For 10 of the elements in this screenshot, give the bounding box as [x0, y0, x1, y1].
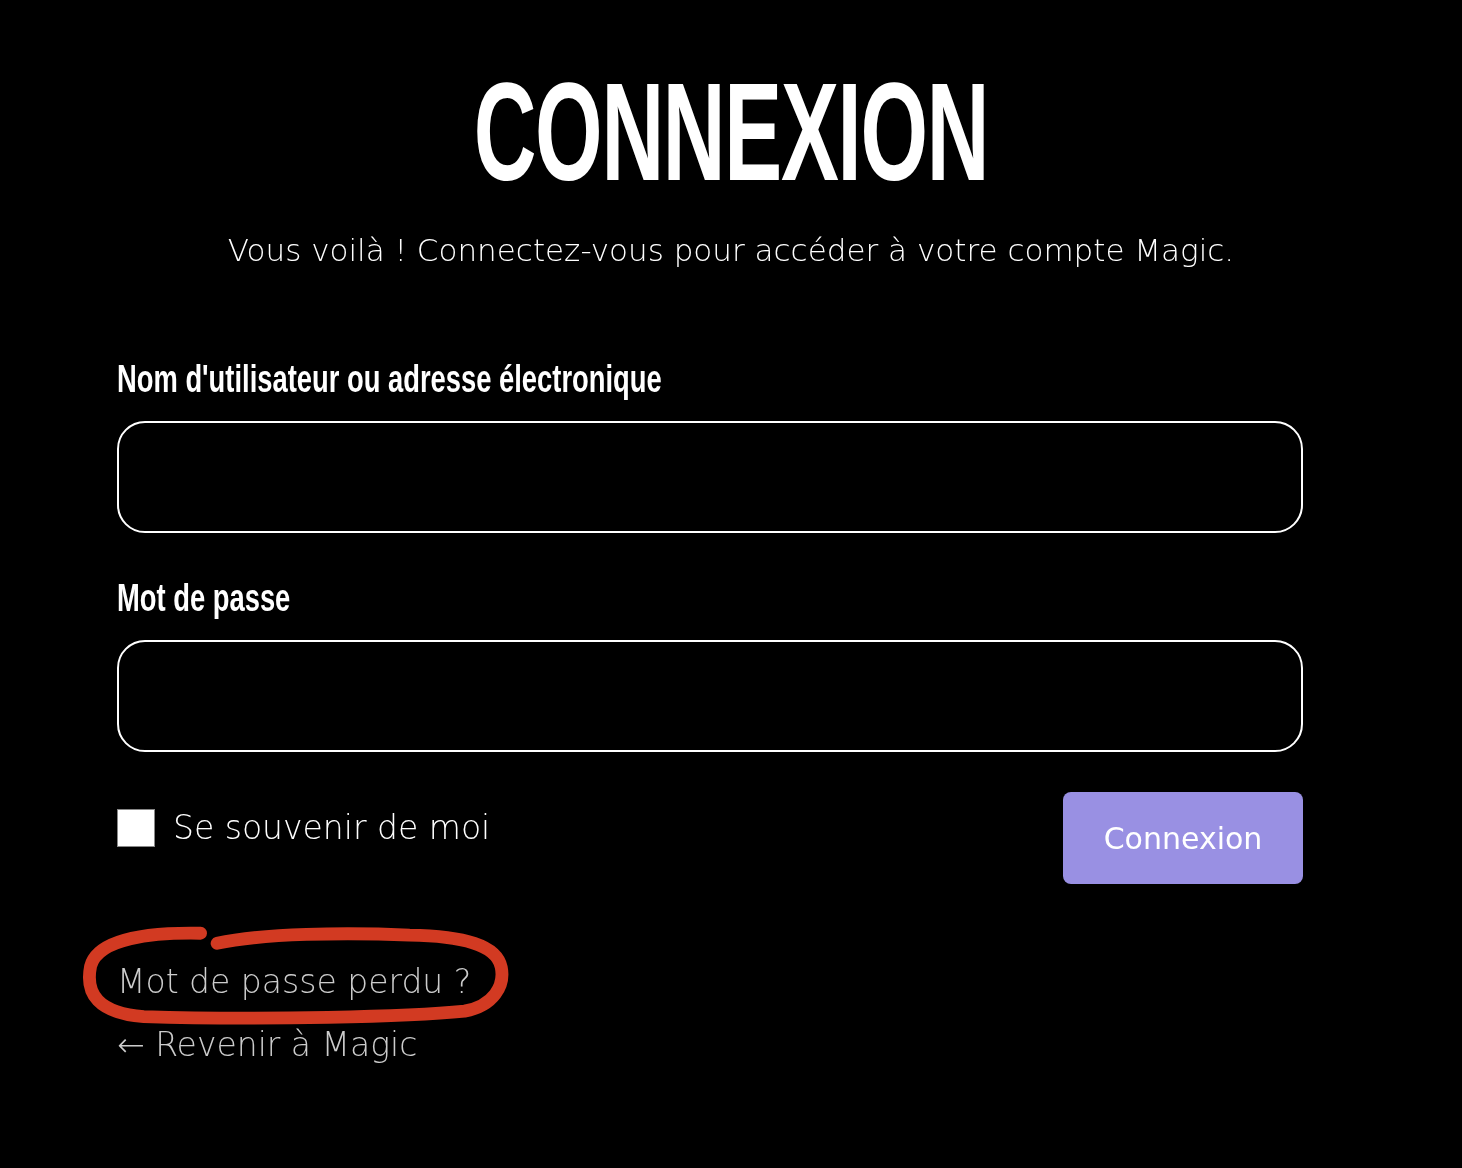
checkbox[interactable]: [117, 808, 155, 847]
field-label: Mot de passe: [117, 577, 291, 620]
page-title: CONNEXION: [473, 62, 989, 202]
field-label: Nom d'utilisateur ou adresse électronique: [117, 358, 662, 401]
subtitle: Vous voilà ! Connectez-vous pour accéder à votre compte Magic.: [226, 232, 1235, 268]
checkbox-label: Se souvenir de moi: [173, 808, 491, 847]
lost-password-link[interactable]: Mot de passe perdu ?: [117, 962, 472, 1001]
password-field[interactable]: [117, 640, 1303, 752]
username-field[interactable]: [117, 421, 1303, 533]
back-link[interactable]: ← Revenir à Magic: [117, 1025, 418, 1064]
